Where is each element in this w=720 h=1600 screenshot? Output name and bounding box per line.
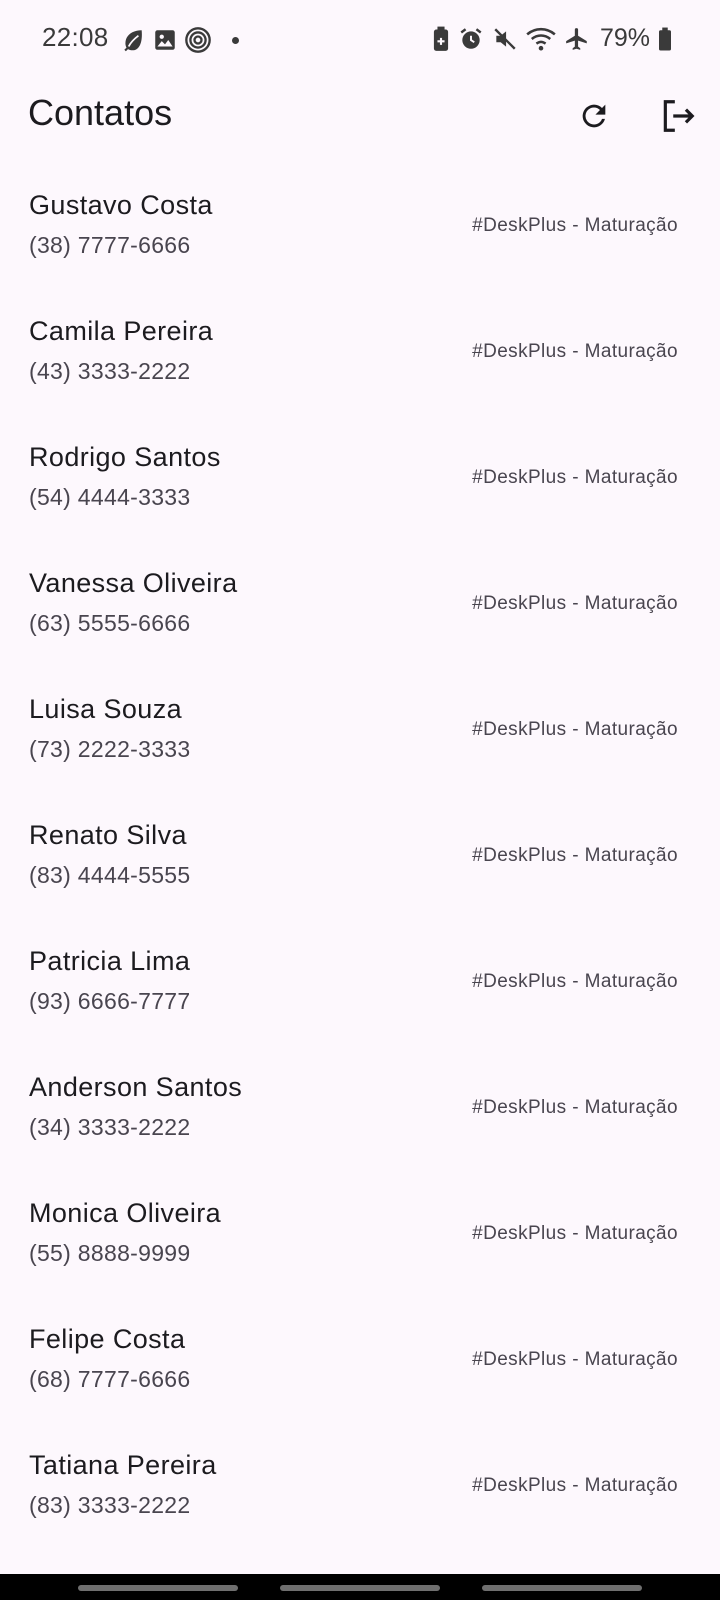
contact-name: Felipe Costa <box>29 1324 186 1354</box>
status-notification-icons <box>120 26 239 54</box>
status-bar: 22:08 79% <box>0 0 720 80</box>
wifi-icon <box>526 27 556 51</box>
system-nav-bar <box>0 1574 720 1600</box>
contact-phone: (38) 7777-6666 <box>29 232 191 258</box>
contact-tag: #DeskPlus - Maturação <box>472 719 678 740</box>
nav-handle[interactable] <box>78 1585 238 1591</box>
contact-name: Renato Silva <box>29 820 187 850</box>
contact-phone: (34) 3333-2222 <box>29 1114 191 1140</box>
contact-tag: #DeskPlus - Maturação <box>472 341 678 362</box>
contact-phone: (43) 3333-2222 <box>29 358 191 384</box>
list-item[interactable]: Camila Pereira (43) 3333-2222 #DeskPlus … <box>0 294 720 420</box>
logout-button[interactable] <box>650 88 706 144</box>
list-item[interactable]: Renato Silva (83) 4444-5555 #DeskPlus - … <box>0 798 720 924</box>
contact-tag: #DeskPlus - Maturação <box>472 1349 678 1370</box>
nav-handle[interactable] <box>482 1585 642 1591</box>
contact-phone: (54) 4444-3333 <box>29 484 191 510</box>
leaf-icon <box>124 30 142 52</box>
refresh-button[interactable] <box>566 88 622 144</box>
contact-list: Gustavo Costa (38) 7777-6666 #DeskPlus -… <box>0 168 720 1554</box>
contact-name: Vanessa Oliveira <box>29 568 238 598</box>
list-item[interactable]: Vanessa Oliveira (63) 5555-6666 #DeskPlu… <box>0 546 720 672</box>
contact-tag: #DeskPlus - Maturação <box>472 593 678 614</box>
contact-name: Camila Pereira <box>29 316 214 346</box>
list-item[interactable]: Monica Oliveira (55) 8888-9999 #DeskPlus… <box>0 1176 720 1302</box>
page-title: Contatos <box>28 92 173 133</box>
contact-phone: (68) 7777-6666 <box>29 1366 191 1392</box>
contact-phone: (93) 6666-7777 <box>29 988 191 1014</box>
battery-percentage: 79% <box>599 24 650 52</box>
contact-name: Anderson Santos <box>29 1072 243 1102</box>
refresh-icon <box>582 104 606 128</box>
status-system-icons: 79% <box>432 24 672 53</box>
image-icon <box>155 30 175 50</box>
contact-phone: (73) 2222-3333 <box>29 736 191 762</box>
contact-name: Rodrigo Santos <box>29 442 221 472</box>
logout-icon <box>663 100 695 132</box>
contact-phone: (63) 5555-6666 <box>29 610 191 636</box>
battery-saver-icon <box>433 26 449 51</box>
nav-handle[interactable] <box>280 1585 440 1591</box>
contact-tag: #DeskPlus - Maturação <box>472 845 678 866</box>
contact-tag: #DeskPlus - Maturação <box>472 467 678 488</box>
contact-phone: (83) 3333-2222 <box>29 1492 191 1518</box>
list-item[interactable]: Anderson Santos (34) 3333-2222 #DeskPlus… <box>0 1050 720 1176</box>
contact-phone: (55) 8888-9999 <box>29 1240 191 1266</box>
contact-name: Monica Oliveira <box>29 1198 222 1228</box>
list-item[interactable]: Luisa Souza (73) 2222-3333 #DeskPlus - M… <box>0 672 720 798</box>
dot-icon <box>232 36 239 44</box>
fingerprint-icon <box>185 27 211 53</box>
contacts-screen: 22:08 79% Contatos Gustavo Costa (38) 77… <box>0 0 720 1600</box>
list-item[interactable]: Tatiana Pereira (83) 3333-2222 #DeskPlus… <box>0 1428 720 1554</box>
list-item[interactable]: Gustavo Costa (38) 7777-6666 #DeskPlus -… <box>0 168 720 294</box>
list-item[interactable]: Patricia Lima (93) 6666-7777 #DeskPlus -… <box>0 924 720 1050</box>
contact-name: Luisa Souza <box>29 694 183 724</box>
alarm-icon <box>460 27 482 49</box>
status-time: 22:08 <box>42 22 109 52</box>
contact-phone: (83) 4444-5555 <box>29 862 191 888</box>
contact-tag: #DeskPlus - Maturação <box>472 971 678 992</box>
list-item[interactable]: Felipe Costa (68) 7777-6666 #DeskPlus - … <box>0 1302 720 1428</box>
contact-tag: #DeskPlus - Maturação <box>472 1475 678 1496</box>
battery-icon <box>659 27 671 50</box>
contact-name: Gustavo Costa <box>29 190 213 220</box>
list-item[interactable]: Rodrigo Santos (54) 4444-3333 #DeskPlus … <box>0 420 720 546</box>
contact-tag: #DeskPlus - Maturação <box>472 1097 678 1118</box>
contact-name: Tatiana Pereira <box>29 1450 217 1480</box>
contact-tag: #DeskPlus - Maturação <box>472 215 678 236</box>
airplane-icon <box>566 27 587 50</box>
contact-tag: #DeskPlus - Maturação <box>472 1223 678 1244</box>
contact-name: Patricia Lima <box>29 946 191 976</box>
mute-icon <box>494 27 516 50</box>
